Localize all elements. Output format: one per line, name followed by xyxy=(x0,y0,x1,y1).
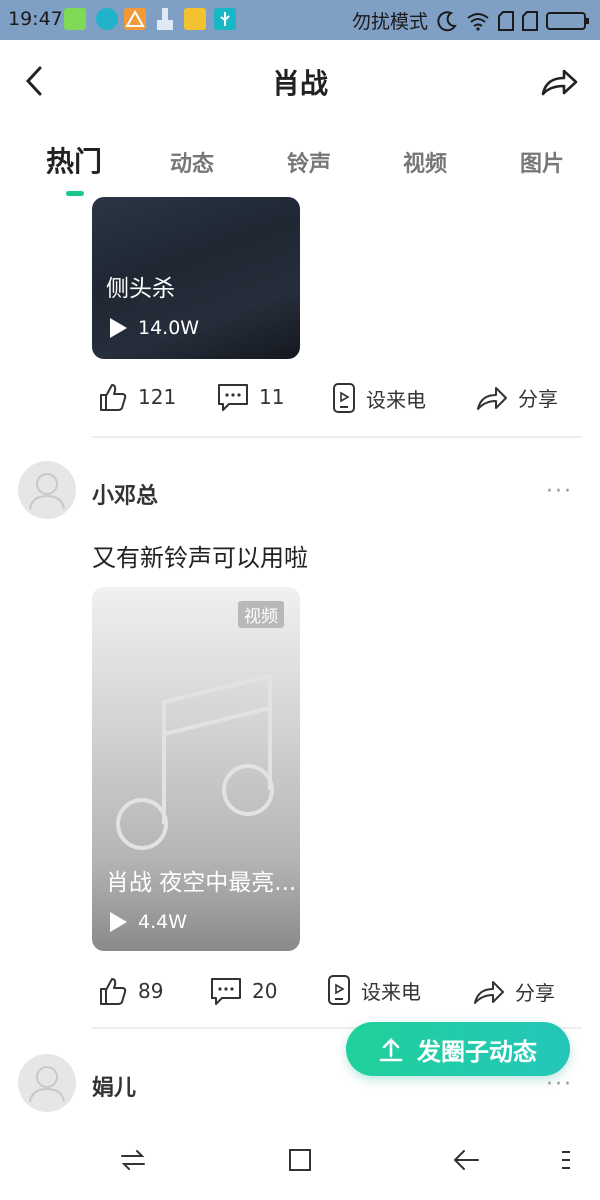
set-ringtone-button[interactable]: 设来电 xyxy=(332,382,426,414)
tab-images[interactable]: 图片 xyxy=(520,146,564,178)
set-ringtone-button[interactable]: 设来电 xyxy=(327,974,421,1006)
video-badge: 视频 xyxy=(238,601,284,628)
comment-button[interactable]: 11 xyxy=(217,382,284,412)
tab-videos[interactable]: 视频 xyxy=(403,146,447,178)
like-count: 89 xyxy=(138,979,164,1003)
tab-dynamics[interactable]: 动态 xyxy=(170,146,214,178)
more-options-button[interactable]: ··· xyxy=(546,479,573,504)
play-count-value: 4.4W xyxy=(138,911,188,933)
share-button[interactable]: 分享 xyxy=(473,977,555,1006)
menu-icon[interactable] xyxy=(560,1149,572,1171)
system-nav-bar xyxy=(0,1120,600,1200)
comment-button[interactable]: 20 xyxy=(210,976,277,1006)
comment-icon xyxy=(211,978,241,1005)
share-icon xyxy=(474,980,504,1004)
switch-icon[interactable] xyxy=(120,1148,146,1172)
comment-count: 20 xyxy=(252,979,278,1003)
sync-icon xyxy=(96,8,118,30)
tab-bar: 热门 动态 铃声 视频 图片 xyxy=(0,140,600,200)
back-icon[interactable] xyxy=(452,1148,480,1172)
share-icon xyxy=(477,386,507,410)
share-label: 分享 xyxy=(515,981,555,1005)
sim2-icon xyxy=(522,10,538,31)
play-icon xyxy=(110,318,127,338)
share-label: 分享 xyxy=(518,387,558,411)
video-thumbnail[interactable]: 侧头杀 14.0W xyxy=(92,197,300,359)
battery-icon xyxy=(546,11,589,30)
status-bar: 19:47 勿扰模式 xyxy=(0,0,600,40)
username[interactable]: 小邓总 xyxy=(92,478,158,510)
comment-count: 11 xyxy=(259,385,285,409)
thumbnail-title: 肖战 夜空中最亮... xyxy=(106,870,297,896)
post-text: 又有新铃声可以用啦 xyxy=(92,544,308,572)
warning-icon xyxy=(124,8,146,30)
like-count: 121 xyxy=(138,385,177,409)
sim1-icon xyxy=(498,10,514,31)
username[interactable]: 娟儿 xyxy=(92,1070,136,1102)
page-title: 肖战 xyxy=(271,67,328,100)
default-avatar-icon xyxy=(29,473,65,510)
music-note-icon xyxy=(116,673,274,850)
play-count: 4.4W xyxy=(108,911,187,933)
wifi-icon xyxy=(467,12,489,31)
play-count: 14.0W xyxy=(108,317,199,339)
thumbs-up-icon xyxy=(100,384,127,411)
play-count-value: 14.0W xyxy=(138,317,200,339)
android-icon xyxy=(64,8,86,30)
phone-ringtone-icon xyxy=(328,975,350,1005)
home-square-icon[interactable] xyxy=(287,1147,313,1173)
share-button[interactable]: 分享 xyxy=(476,383,558,412)
moon-icon xyxy=(437,10,457,31)
like-button[interactable]: 89 xyxy=(98,976,163,1006)
video-thumbnail[interactable]: 视频 肖战 夜空中最亮... 4.4W xyxy=(92,587,300,951)
upload-icon xyxy=(379,1038,403,1062)
divider xyxy=(92,436,582,438)
default-avatar-icon xyxy=(29,1066,65,1103)
usb-icon xyxy=(214,8,236,30)
play-icon xyxy=(110,912,127,932)
phone-ringtone-icon xyxy=(333,383,355,413)
comment-icon xyxy=(218,384,248,411)
avatar[interactable] xyxy=(18,461,76,519)
fab-label: 发圈子动态 xyxy=(417,1037,537,1066)
status-time: 19:47 xyxy=(8,8,63,30)
thumbnail-title: 侧头杀 xyxy=(106,276,175,302)
like-button[interactable]: 121 xyxy=(98,382,176,412)
broom-icon xyxy=(157,8,173,30)
tab-hot[interactable]: 热门 xyxy=(46,140,102,180)
avatar[interactable] xyxy=(18,1054,76,1112)
set-ringtone-label: 设来电 xyxy=(366,387,426,412)
tab-indicator xyxy=(66,191,84,196)
folder-icon xyxy=(184,8,206,30)
share-icon[interactable] xyxy=(540,66,578,98)
post-to-circle-button[interactable]: 发圈子动态 xyxy=(346,1022,570,1076)
set-ringtone-label: 设来电 xyxy=(361,979,421,1004)
thumbs-up-icon xyxy=(100,978,127,1005)
status-right: 勿扰模式 xyxy=(352,7,590,34)
dnd-text: 勿扰模式 xyxy=(351,11,428,33)
more-options-button[interactable]: ··· xyxy=(546,1072,573,1097)
tab-ringtones[interactable]: 铃声 xyxy=(287,146,331,178)
